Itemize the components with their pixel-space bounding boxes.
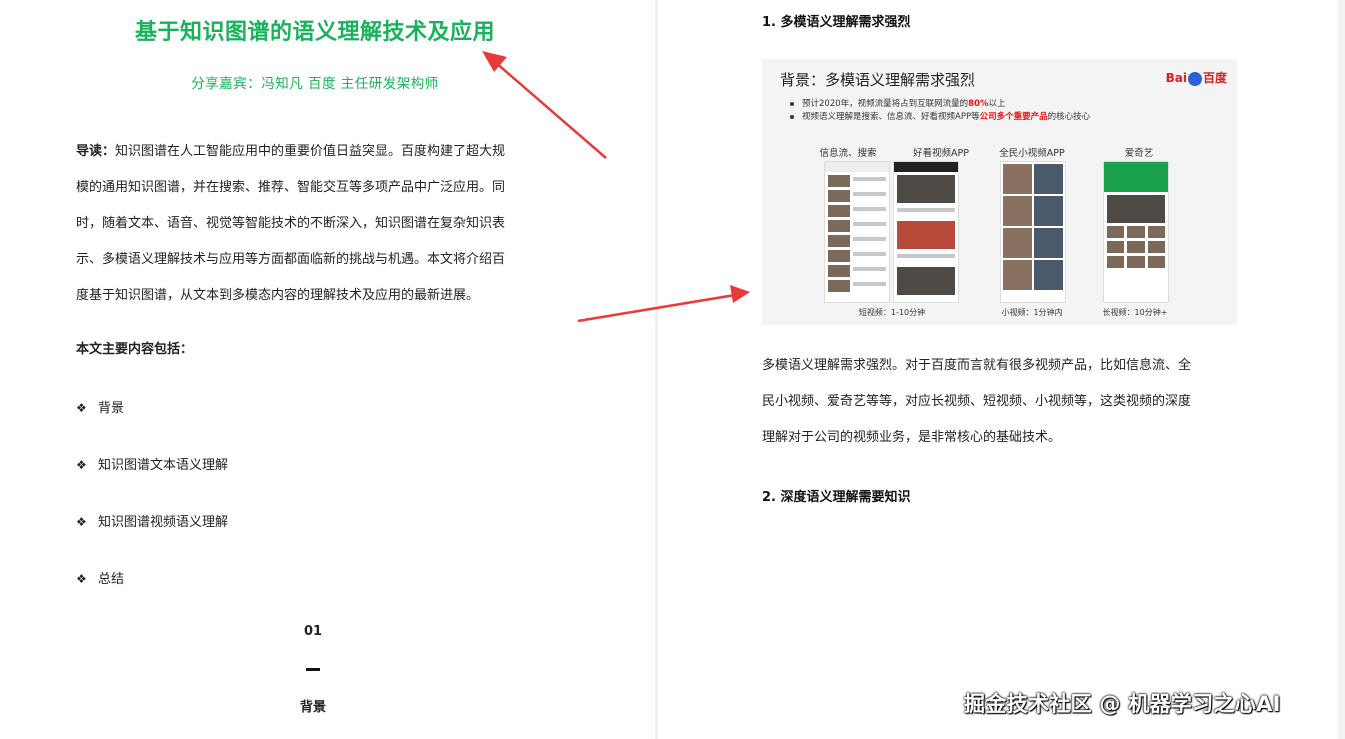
arrow-to-slide-icon [577,285,750,323]
watermark: 掘金技术社区 @ 机器学习之心AI [964,692,1281,716]
arrow-to-title-icon [482,51,607,159]
annotation-arrows [482,51,750,323]
